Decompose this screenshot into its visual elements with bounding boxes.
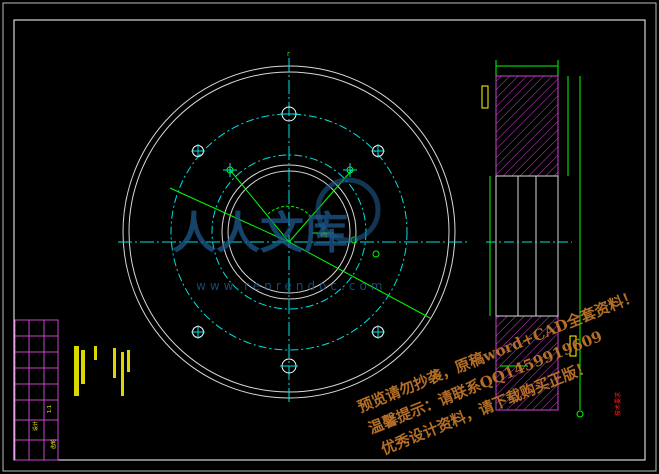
title-cell-scale: 1:1 [47, 405, 53, 413]
watermark-site: www.renrendoc.com [196, 279, 386, 293]
cad-drawing-canvas: r ¥8 技术要求 齿轮 1:1 设计 人人文库 www.renrendoc.c… [0, 0, 659, 474]
top-center-mark: r [287, 50, 290, 58]
rim-upper-section [495, 75, 559, 177]
technical-requirements-label: 技术要求 [614, 392, 622, 416]
watermark-logo: 人人文库 [172, 208, 348, 259]
title-cell-unit: 设计 [32, 421, 39, 431]
title-cell-name: 齿轮 [50, 439, 57, 449]
